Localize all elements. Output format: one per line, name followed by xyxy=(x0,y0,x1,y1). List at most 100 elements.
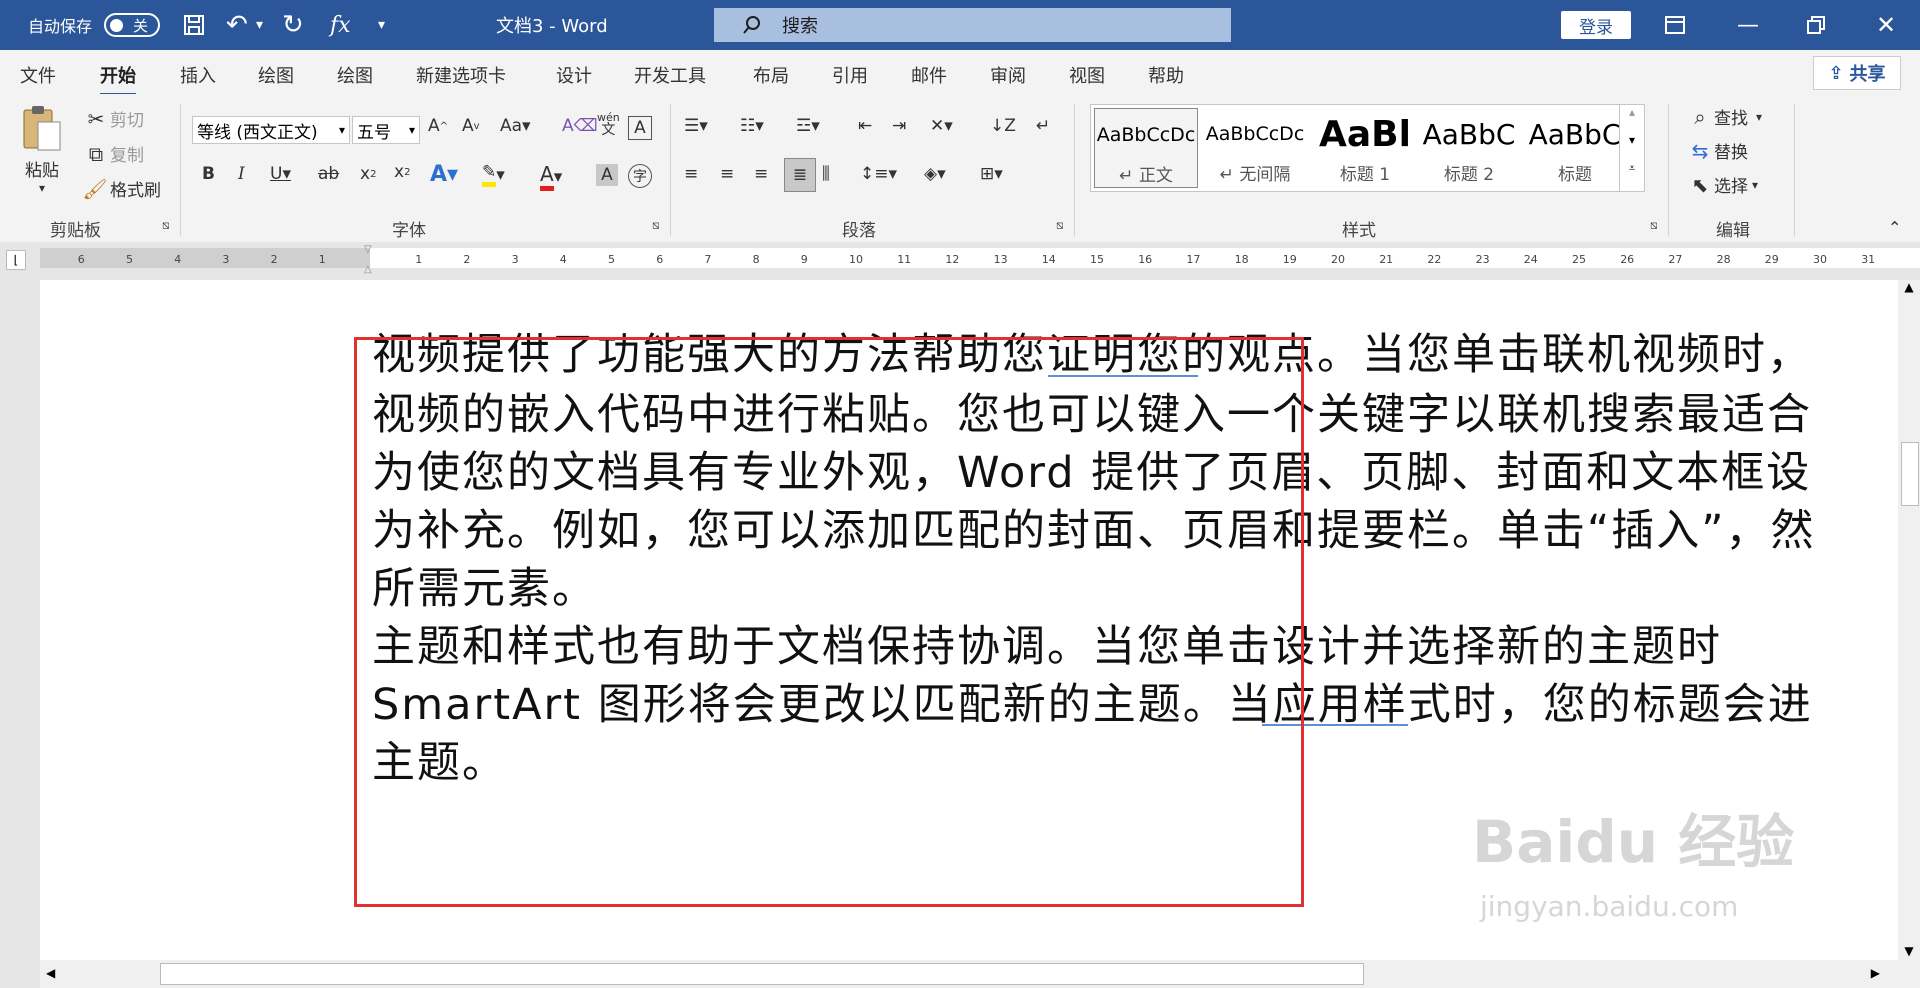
shrink-font-icon[interactable]: Av xyxy=(462,116,480,136)
find-button[interactable]: ⌕ 查找 ▾ xyxy=(1686,104,1762,130)
cut-button[interactable]: ✂ 剪切 xyxy=(82,106,144,132)
justify-icon[interactable]: ≣ xyxy=(784,158,816,192)
font-launcher-icon[interactable]: ⧅ xyxy=(652,218,660,233)
restore-icon[interactable] xyxy=(1807,0,1825,50)
tab-insert[interactable]: 插入 xyxy=(180,62,216,88)
tab-mailings[interactable]: 邮件 xyxy=(911,62,947,88)
copy-button[interactable]: ⧉ 复制 xyxy=(82,141,144,167)
font-name-combo[interactable]: 等线 (西文正文) ▾ xyxy=(192,116,350,144)
vertical-scrollbar[interactable]: ▲ ▼ xyxy=(1898,280,1920,960)
underline-icon[interactable]: U▾ xyxy=(270,164,291,184)
share-button[interactable]: ⇪ 共享 xyxy=(1813,56,1901,90)
autosave-toggle[interactable]: 关 xyxy=(104,13,161,37)
indent-marker-icon[interactable]: ▽ xyxy=(364,244,372,255)
login-button[interactable]: 登录 xyxy=(1561,11,1631,39)
style-heading-1[interactable]: AaBl 标题 1 xyxy=(1313,108,1417,188)
align-center-icon[interactable]: ≡ xyxy=(720,164,734,184)
subscript-icon[interactable]: x2 xyxy=(360,164,376,184)
customize-toolbar-icon[interactable]: ▾ xyxy=(378,0,385,50)
tab-new[interactable]: 新建选项卡 xyxy=(416,62,506,88)
ruler-number: 6 xyxy=(656,253,664,266)
bold-icon[interactable]: B xyxy=(202,164,215,184)
paste-button[interactable]: 粘贴 ▾ xyxy=(20,104,64,195)
tab-layout[interactable]: 布局 xyxy=(753,62,789,88)
ruler-number: 24 xyxy=(1523,253,1538,266)
highlight-icon[interactable]: ✎ ▾ xyxy=(482,162,505,187)
tab-developer[interactable]: 开发工具 xyxy=(634,62,706,88)
tab-draw-2[interactable]: 绘图 xyxy=(337,62,373,88)
style-heading-2[interactable]: AaBbC 标题 2 xyxy=(1417,108,1521,188)
multilevel-list-icon[interactable]: ☲▾ xyxy=(796,116,820,136)
styles-launcher-icon[interactable]: ⧅ xyxy=(1650,218,1658,233)
align-right-icon[interactable]: ≡ xyxy=(754,164,768,184)
collapse-ribbon-icon[interactable]: ⌃ xyxy=(1888,218,1901,237)
numbering-icon[interactable]: ☷▾ xyxy=(740,116,764,136)
title-bar: 自动保存 关 ↶ ▾ ↻ fx ▾ 文档3 - Word 搜索 登录 — ✕ xyxy=(0,0,1920,50)
sort-icon[interactable]: ↓Z xyxy=(990,116,1016,136)
character-border-icon[interactable]: A xyxy=(628,116,652,140)
scroll-left-icon[interactable]: ◀ xyxy=(46,966,55,980)
enclose-character-icon[interactable]: 字 xyxy=(628,164,652,188)
search-box[interactable]: 搜索 xyxy=(714,8,1231,42)
clipboard-launcher-icon[interactable]: ⧅ xyxy=(162,218,170,233)
tab-design[interactable]: 设计 xyxy=(556,62,592,88)
tab-review[interactable]: 审阅 xyxy=(990,62,1026,88)
style-normal[interactable]: AaBbCcDc ↵ 正文 xyxy=(1094,108,1198,188)
undo-icon[interactable]: ↶ xyxy=(226,0,248,50)
hanging-indent-marker-icon[interactable]: △ xyxy=(364,264,372,275)
tab-home[interactable]: 开始 xyxy=(100,62,136,96)
show-marks-icon[interactable]: ↵ xyxy=(1036,116,1050,136)
horizontal-scrollbar[interactable]: ◀ ▶ xyxy=(40,960,1920,988)
tab-help[interactable]: 帮助 xyxy=(1148,62,1184,88)
select-button[interactable]: ⬉ 选择 ▾ xyxy=(1686,172,1758,198)
chinese-layout-icon[interactable]: ✕▾ xyxy=(930,116,953,136)
style-sample: AaBbC xyxy=(1528,117,1622,151)
replace-button[interactable]: ⇆ 替换 xyxy=(1686,138,1748,164)
function-icon[interactable]: fx xyxy=(330,0,351,50)
style-no-spacing[interactable]: AaBbCcDc ↵ 无间隔 xyxy=(1203,108,1307,188)
format-painter-button[interactable]: 🖌 格式刷 xyxy=(80,176,161,202)
ribbon: 粘贴 ▾ ✂ 剪切 ⧉ 复制 🖌 格式刷 剪贴板 ⧅ 等线 (西文正文) ▾ 五… xyxy=(0,94,1920,243)
superscript-icon[interactable]: x2 xyxy=(394,162,410,182)
font-size-combo[interactable]: 五号 ▾ xyxy=(352,116,420,144)
minimize-icon[interactable]: — xyxy=(1737,0,1759,50)
change-case-icon[interactable]: Aa▾ xyxy=(500,116,531,136)
style-title[interactable]: AaBbC 标题 xyxy=(1523,108,1627,188)
scroll-right-icon[interactable]: ▶ xyxy=(1871,966,1880,980)
decrease-indent-icon[interactable]: ⇤ xyxy=(858,116,872,136)
scroll-thumb[interactable] xyxy=(1901,442,1919,506)
increase-indent-icon[interactable]: ⇥ xyxy=(892,116,906,136)
save-icon[interactable] xyxy=(182,0,206,50)
bullets-icon[interactable]: ☰▾ xyxy=(684,116,708,136)
shading-icon[interactable]: ◈▾ xyxy=(924,164,946,184)
tab-draw[interactable]: 绘图 xyxy=(258,62,294,88)
close-icon[interactable]: ✕ xyxy=(1876,0,1896,50)
clear-formatting-icon[interactable]: A⌫ xyxy=(562,116,598,136)
cursor-icon: ⬉ xyxy=(1691,172,1709,197)
font-color-icon[interactable]: A ▾ xyxy=(540,162,562,191)
ribbon-display-icon[interactable] xyxy=(1665,0,1685,50)
chevron-down-icon[interactable]: ▾ xyxy=(1620,133,1644,161)
strikethrough-icon[interactable]: ab xyxy=(318,164,339,184)
paragraph-launcher-icon[interactable]: ⧅ xyxy=(1056,218,1064,233)
distributed-icon[interactable]: ⫼ xyxy=(822,164,830,184)
grow-font-icon[interactable]: A ^ xyxy=(428,116,448,136)
tab-selector-icon[interactable]: ⌊ xyxy=(6,250,26,270)
tab-file[interactable]: 文件 xyxy=(20,62,56,88)
scroll-down-icon[interactable]: ▼ xyxy=(1898,944,1920,958)
text-effects-icon[interactable]: A▾ xyxy=(430,162,458,187)
phonetic-guide-icon[interactable]: wén 文 xyxy=(597,112,620,138)
chevron-up-icon[interactable]: ▴ xyxy=(1620,105,1644,133)
character-shading-icon[interactable]: A xyxy=(596,164,618,186)
line-spacing-icon[interactable]: ↕≡▾ xyxy=(860,164,897,184)
redo-icon[interactable]: ↻ xyxy=(282,0,304,50)
tab-view[interactable]: 视图 xyxy=(1069,62,1105,88)
tab-references[interactable]: 引用 xyxy=(832,62,868,88)
scroll-thumb[interactable] xyxy=(160,963,1364,985)
align-left-icon[interactable]: ≡ xyxy=(684,164,698,184)
italic-icon[interactable]: I xyxy=(238,164,245,184)
borders-icon[interactable]: ⊞▾ xyxy=(980,164,1003,184)
more-styles-icon[interactable]: ⩡ xyxy=(1620,161,1644,189)
scroll-up-icon[interactable]: ▲ xyxy=(1898,280,1920,294)
undo-dropdown-icon[interactable]: ▾ xyxy=(256,0,263,50)
